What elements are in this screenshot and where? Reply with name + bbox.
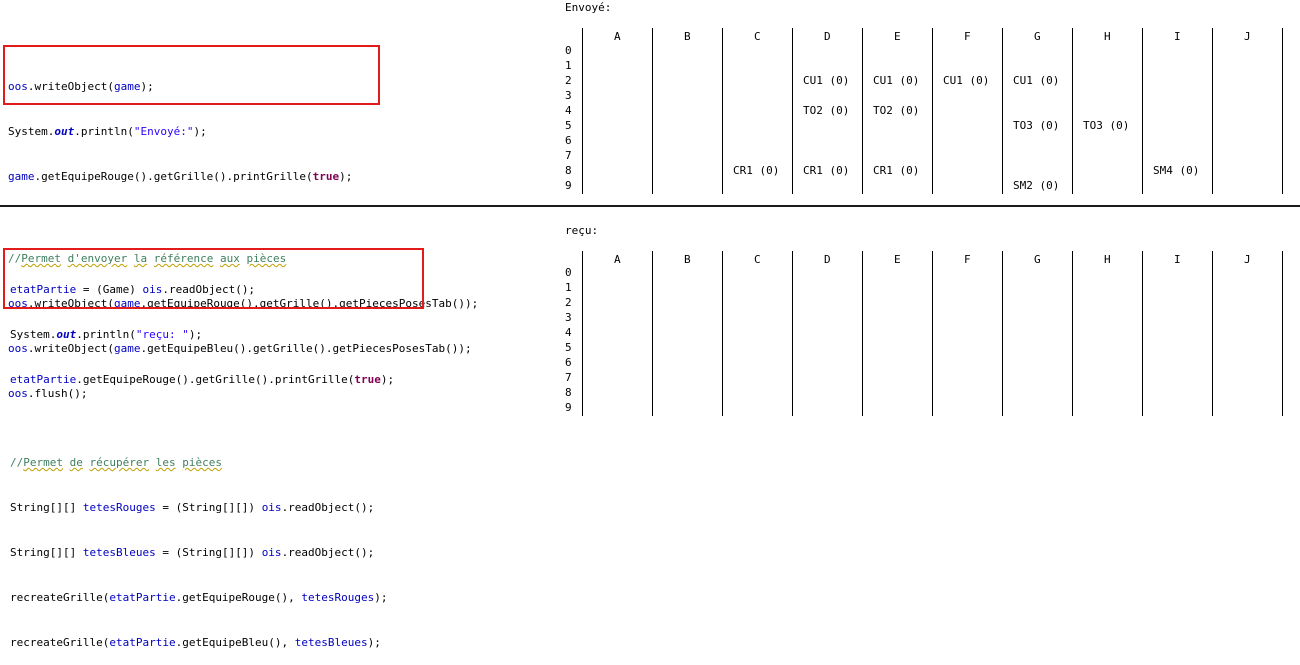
sent-grid-column-separator — [1282, 28, 1283, 194]
sent-grid-column-header: B — [684, 30, 691, 43]
sent-grid-column-header: J — [1244, 30, 1251, 43]
code-line-recreate-rouge: recreateGrille(etatPartie.getEquipeRouge… — [10, 591, 388, 604]
received-grid-column-header: A — [614, 253, 621, 266]
sent-grid-column-separator — [1142, 28, 1143, 194]
sent-grid-cell: CU1 (0) — [803, 74, 850, 87]
sent-grid: A B C D E F G H I J 0 1 2 3 4 5 6 7 8 9 CU1 (0) CU1 (0) CU1 (0… — [0, 0, 1300, 205]
sent-grid-column-separator — [1212, 28, 1213, 194]
received-grid-row-label: 9 — [565, 401, 572, 414]
received-grid-column-separator — [652, 251, 653, 416]
sent-grid-column-separator — [1072, 28, 1073, 194]
received-grid-column-header: F — [964, 253, 971, 266]
sent-grid-row-label: 5 — [565, 119, 572, 132]
sent-grid-column-header: A — [614, 30, 621, 43]
received-grid-column-header: B — [684, 253, 691, 266]
sent-grid-row-label: 8 — [565, 164, 572, 177]
received-grid-row-label: 7 — [565, 371, 572, 384]
received-grid-row-label: 2 — [565, 296, 572, 309]
sent-grid-row-label: 2 — [565, 74, 572, 87]
sent-grid-column-header: H — [1104, 30, 1111, 43]
received-grid-column-header: J — [1244, 253, 1251, 266]
sent-grid-cell: TO2 (0) — [873, 104, 920, 117]
received-grid-column-header: D — [824, 253, 831, 266]
sent-grid-column-header: C — [754, 30, 761, 43]
code-line-read-rouges: String[][] tetesRouges = (String[][]) oi… — [10, 501, 375, 514]
sent-grid-column-separator — [792, 28, 793, 194]
sent-grid-row-label: 3 — [565, 89, 572, 102]
received-grid-column-separator — [582, 251, 583, 416]
received-grid-column-separator — [932, 251, 933, 416]
sent-grid-column-separator — [652, 28, 653, 194]
received-grid-row-label: 4 — [565, 326, 572, 339]
received-grid: A B C D E F G H I J 0 1 2 3 4 5 6 7 8 9 — [0, 207, 1300, 425]
code-line-recreate-bleu: recreateGrille(etatPartie.getEquipeBleu(… — [10, 636, 381, 649]
sent-grid-cell: CU1 (0) — [1013, 74, 1060, 87]
received-grid-column-separator — [1212, 251, 1213, 416]
received-grid-column-separator — [1072, 251, 1073, 416]
code-comment-recup: //Permet de récupérer les pièces — [10, 456, 222, 469]
received-grid-row-label: 8 — [565, 386, 572, 399]
received-grid-column-separator — [1002, 251, 1003, 416]
sent-grid-row-label: 0 — [565, 44, 572, 57]
received-grid-row-label: 5 — [565, 341, 572, 354]
sent-grid-cell: CR1 (0) — [733, 164, 780, 177]
received-grid-column-separator — [792, 251, 793, 416]
sent-grid-row-label: 1 — [565, 59, 572, 72]
sent-grid-cell: TO3 (0) — [1013, 119, 1060, 132]
sent-grid-column-separator — [862, 28, 863, 194]
sent-grid-cell: TO2 (0) — [803, 104, 850, 117]
received-grid-column-header: I — [1174, 253, 1181, 266]
sent-grid-cell: SM2 (0) — [1013, 179, 1060, 192]
sent-grid-cell: CR1 (0) — [803, 164, 850, 177]
received-grid-row-label: 0 — [565, 266, 572, 279]
received-grid-column-separator — [862, 251, 863, 416]
received-grid-row-label: 1 — [565, 281, 572, 294]
sent-grid-row-label: 9 — [565, 179, 572, 192]
received-grid-column-header: G — [1034, 253, 1041, 266]
sent-grid-cell: CU1 (0) — [873, 74, 920, 87]
code-line-read-bleues: String[][] tetesBleues = (String[][]) oi… — [10, 546, 375, 559]
sent-grid-column-separator — [932, 28, 933, 194]
sent-grid-cell: SM4 (0) — [1153, 164, 1200, 177]
sent-grid-cell: TO3 (0) — [1083, 119, 1130, 132]
sent-grid-column-header: F — [964, 30, 971, 43]
sent-grid-row-label: 7 — [565, 149, 572, 162]
received-grid-column-header: E — [894, 253, 901, 266]
sent-grid-column-separator — [722, 28, 723, 194]
sent-grid-column-header: I — [1174, 30, 1181, 43]
sent-grid-cell: CU1 (0) — [943, 74, 990, 87]
received-grid-row-label: 6 — [565, 356, 572, 369]
sent-grid-column-header: G — [1034, 30, 1041, 43]
sent-grid-column-header: E — [894, 30, 901, 43]
sent-grid-column-separator — [1002, 28, 1003, 194]
sent-grid-cell: CR1 (0) — [873, 164, 920, 177]
received-grid-column-separator — [1282, 251, 1283, 416]
received-grid-column-separator — [1142, 251, 1143, 416]
sent-grid-row-label: 6 — [565, 134, 572, 147]
sent-grid-column-separator — [582, 28, 583, 194]
received-grid-column-header: C — [754, 253, 761, 266]
received-grid-column-separator — [722, 251, 723, 416]
sent-grid-column-header: D — [824, 30, 831, 43]
received-grid-column-header: H — [1104, 253, 1111, 266]
sent-grid-row-label: 4 — [565, 104, 572, 117]
received-grid-row-label: 3 — [565, 311, 572, 324]
